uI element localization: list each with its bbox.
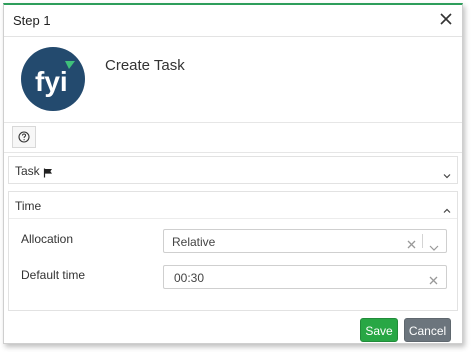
app-title: Create Task (105, 57, 185, 74)
flag-icon (43, 165, 53, 183)
allocation-value: Relative (172, 235, 216, 249)
allocation-select[interactable]: Relative (163, 229, 447, 253)
app-banner: fyi Create Task (4, 37, 462, 123)
clear-icon[interactable] (429, 272, 438, 290)
dialog: Step 1 fyi Create Task Task Time Allocat… (3, 3, 463, 344)
default-time-value: 00:30 (174, 271, 205, 285)
dropdown-arrow-icon[interactable] (429, 238, 439, 256)
dialog-header: Step 1 (4, 5, 462, 37)
select-divider (422, 234, 423, 248)
section-task-label: Task (15, 164, 40, 178)
dialog-footer: Save Cancel (4, 315, 462, 345)
cancel-button[interactable]: Cancel (404, 318, 451, 342)
clear-icon[interactable] (407, 236, 416, 254)
save-button[interactable]: Save (360, 318, 398, 342)
section-time: Time Allocation Relative Default time 00… (8, 191, 458, 311)
chevron-down-icon[interactable] (443, 166, 451, 184)
section-time-header[interactable]: Time (9, 192, 457, 219)
default-time-label: Default time (21, 268, 86, 282)
help-button[interactable] (12, 126, 36, 148)
default-time-input[interactable]: 00:30 (163, 265, 447, 289)
dialog-title: Step 1 (13, 13, 51, 28)
section-task-header[interactable]: Task (9, 157, 457, 183)
toolbar (4, 123, 462, 153)
allocation-label: Allocation (21, 232, 74, 246)
section-task: Task (8, 156, 458, 184)
section-time-label: Time (15, 199, 42, 213)
app-logo: fyi (21, 47, 85, 111)
svg-text:fyi: fyi (35, 66, 68, 97)
close-icon[interactable] (438, 11, 454, 27)
chevron-up-icon[interactable] (443, 201, 451, 219)
help-icon (18, 131, 30, 143)
